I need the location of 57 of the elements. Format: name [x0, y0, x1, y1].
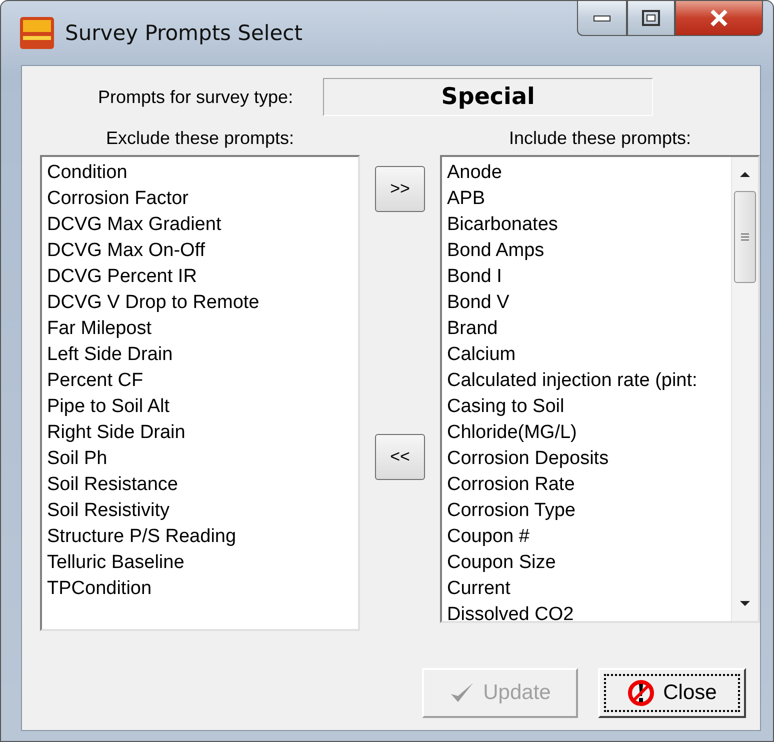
- scrollbar[interactable]: [731, 157, 758, 621]
- close-button[interactable]: Close: [598, 668, 746, 718]
- close-icon: [709, 9, 729, 27]
- list-item[interactable]: Bicarbonates: [447, 212, 726, 238]
- list-item[interactable]: Telluric Baseline: [47, 550, 353, 576]
- list-item[interactable]: Soil Resistivity: [47, 498, 353, 524]
- list-item[interactable]: Structure P/S Reading: [47, 524, 353, 550]
- list-item[interactable]: Dissolved CO2: [447, 602, 726, 621]
- list-item[interactable]: Corrosion Rate: [447, 472, 726, 498]
- list-item[interactable]: Far Milepost: [47, 316, 353, 342]
- exclude-list[interactable]: [40, 155, 360, 631]
- scroll-down-icon[interactable]: [738, 599, 752, 609]
- list-item[interactable]: APB: [447, 186, 726, 212]
- list-item[interactable]: DCVG Max Gradient: [47, 212, 353, 238]
- list-item[interactable]: Anode: [447, 160, 726, 186]
- list-item[interactable]: Condition: [47, 160, 353, 186]
- minimize-button[interactable]: [577, 1, 627, 36]
- scroll-thumb[interactable]: [734, 191, 756, 283]
- list-item[interactable]: DCVG Percent IR: [47, 264, 353, 290]
- list-item[interactable]: Bond V: [447, 290, 726, 316]
- include-list[interactable]: [440, 155, 760, 623]
- list-item[interactable]: Current: [447, 576, 726, 602]
- window-title: Survey Prompts Select: [65, 21, 302, 45]
- list-item[interactable]: Soil Ph: [47, 446, 353, 472]
- list-item[interactable]: DCVG Max On-Off: [47, 238, 353, 264]
- minimize-icon: [593, 14, 611, 22]
- list-item[interactable]: Chloride(MG/L): [447, 420, 726, 446]
- app-logo-icon: [19, 16, 55, 50]
- list-item[interactable]: Right Side Drain: [47, 420, 353, 446]
- list-item[interactable]: Coupon Size: [447, 550, 726, 576]
- list-item[interactable]: Bond I: [447, 264, 726, 290]
- list-item[interactable]: Bond Amps: [447, 238, 726, 264]
- list-item[interactable]: DCVG V Drop to Remote: [47, 290, 353, 316]
- list-item[interactable]: Corrosion Type: [447, 498, 726, 524]
- include-list-label: Include these prompts:: [508, 128, 692, 149]
- list-item[interactable]: Casing to Soil: [447, 394, 726, 420]
- include-button[interactable]: >>: [375, 166, 425, 212]
- scroll-up-icon[interactable]: [738, 169, 752, 179]
- maximize-icon: [642, 10, 660, 26]
- list-item[interactable]: Brand: [447, 316, 726, 342]
- list-item[interactable]: Left Side Drain: [47, 342, 353, 368]
- prohibited-icon: [627, 679, 656, 707]
- list-item[interactable]: Soil Resistance: [47, 472, 353, 498]
- list-item[interactable]: Corrosion Deposits: [447, 446, 726, 472]
- list-item[interactable]: Calculated injection rate (pint:: [447, 368, 726, 394]
- close-window-button[interactable]: [675, 1, 763, 36]
- list-item[interactable]: TPCondition: [47, 576, 353, 602]
- list-item[interactable]: Calcium: [447, 342, 726, 368]
- exclude-button[interactable]: <<: [375, 434, 425, 480]
- list-item[interactable]: Percent CF: [47, 368, 353, 394]
- survey-type-label: Prompts for survey type:: [98, 86, 294, 108]
- list-item[interactable]: Corrosion Factor: [47, 186, 353, 212]
- maximize-button[interactable]: [627, 1, 675, 36]
- list-item[interactable]: Pipe to Soil Alt: [47, 394, 353, 420]
- list-item[interactable]: Coupon #: [447, 524, 726, 550]
- survey-type-field: Special: [323, 78, 654, 116]
- exclude-list-label: Exclude these prompts:: [106, 128, 294, 149]
